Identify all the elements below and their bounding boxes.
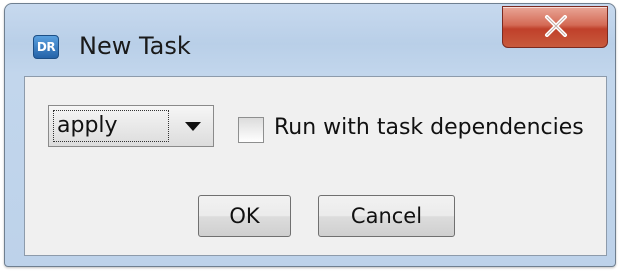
task-select-value: apply (53, 110, 169, 142)
run-with-dependencies-checkbox[interactable] (238, 117, 264, 143)
close-icon (545, 15, 567, 37)
task-select-dropdown[interactable]: apply (48, 105, 214, 147)
ok-button[interactable]: OK (198, 195, 291, 237)
dialog-content: apply Run with task dependencies OK Canc… (24, 76, 607, 256)
new-task-dialog: DR New Task apply Run with task dependen… (4, 3, 616, 267)
close-button[interactable] (502, 6, 608, 48)
app-logo-icon: DR (33, 35, 59, 59)
dialog-title: New Task (79, 32, 191, 60)
cancel-button[interactable]: Cancel (318, 195, 455, 237)
chevron-down-icon (185, 122, 201, 131)
title-bar[interactable]: DR New Task (5, 4, 615, 76)
run-with-dependencies-label[interactable]: Run with task dependencies (274, 115, 584, 140)
